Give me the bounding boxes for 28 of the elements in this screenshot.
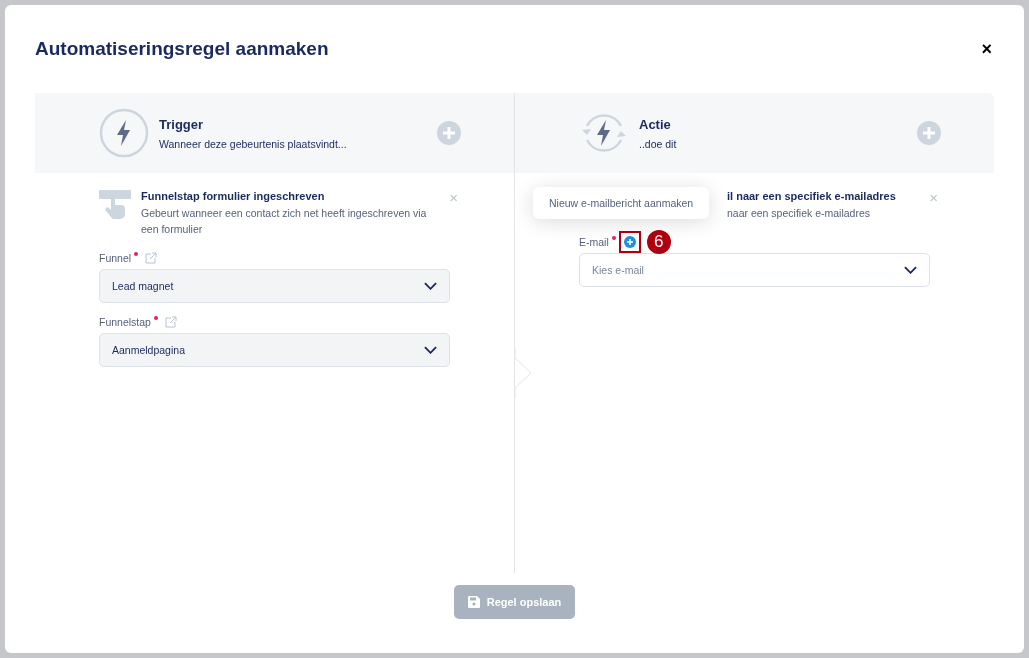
select-field[interactable]: Lead magnet bbox=[99, 269, 450, 303]
trigger-subtitle: Wanneer deze gebeurtenis plaatsvindt... bbox=[159, 137, 348, 150]
chevron-down-icon bbox=[904, 266, 917, 274]
action-card-description: naar een specifiek e-mailadres bbox=[727, 206, 871, 221]
step-badge: 6 bbox=[646, 230, 671, 254]
external-link-icon[interactable] bbox=[164, 316, 177, 328]
close-button[interactable]: × bbox=[977, 38, 996, 60]
field-label: Funnel bbox=[99, 252, 132, 264]
lightning-icon bbox=[99, 108, 149, 158]
add-icon[interactable] bbox=[437, 121, 461, 145]
trigger-card-description: Gebeurt wanneer een contact zich net heeft ingeschreven via een formulier bbox=[141, 206, 428, 237]
pointer-hand-icon bbox=[99, 190, 131, 220]
action-title: Actie bbox=[639, 116, 672, 132]
add-icon[interactable] bbox=[623, 236, 636, 248]
field-label: E-mail bbox=[579, 236, 609, 248]
chevron-down-icon bbox=[424, 282, 437, 290]
select-field[interactable]: Kies e-mail bbox=[579, 253, 930, 287]
select-field[interactable]: Aanmeldpagina bbox=[99, 333, 450, 367]
tooltip: Nieuw e-mailbericht aanmaken bbox=[533, 187, 710, 219]
external-link-icon[interactable] bbox=[145, 252, 158, 264]
trigger-title: Trigger bbox=[159, 116, 205, 132]
dialog-title: Automatiseringsregel aanmaken bbox=[35, 38, 329, 60]
chevron-down-icon bbox=[424, 346, 437, 354]
add-icon[interactable] bbox=[917, 121, 941, 145]
action-card-title: il naar een specifiek e-mailadres bbox=[727, 190, 897, 202]
field-label: Funnelstap bbox=[99, 316, 151, 328]
action-subtitle: ..doe dit bbox=[639, 137, 678, 150]
trigger-card-title: Funnelstap formulier ingeschreven bbox=[141, 190, 326, 202]
